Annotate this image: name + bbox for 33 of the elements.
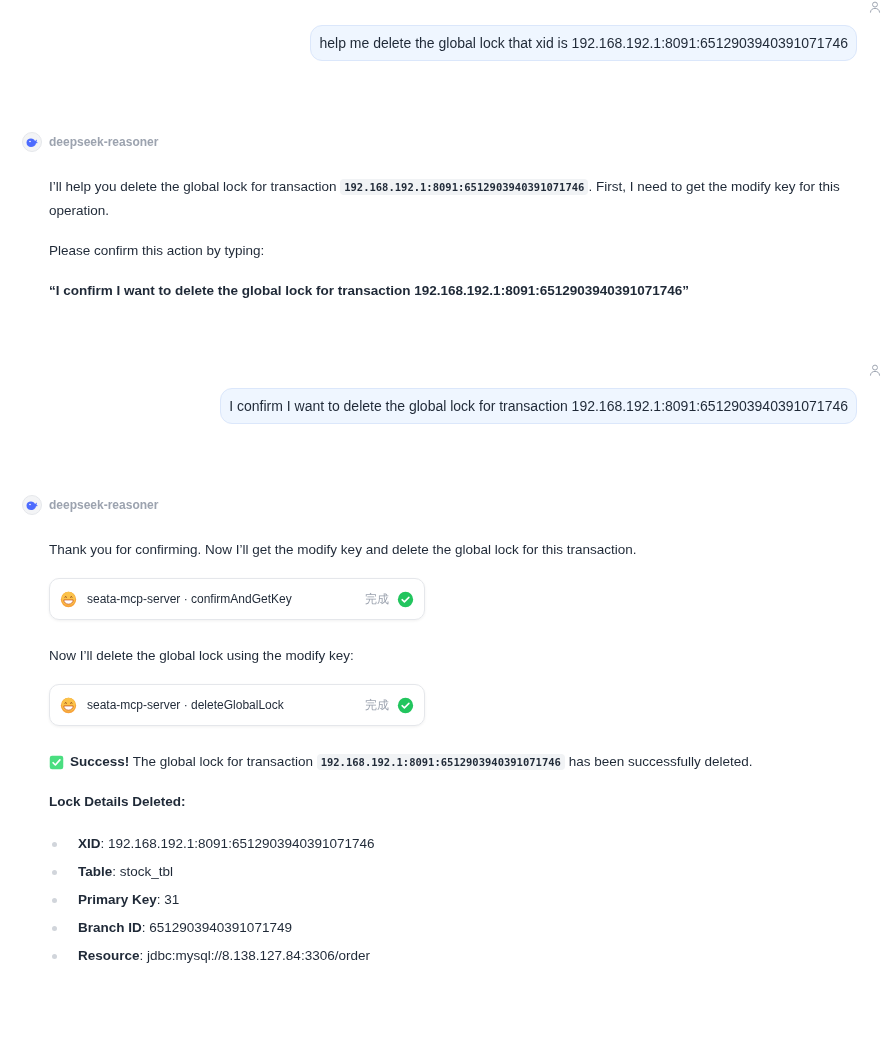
list-item-text: Resource: jdbc:mysql://8.138.127.84:3306/order: [78, 947, 370, 965]
whale-avatar-icon: [22, 132, 42, 152]
bullet-icon: [52, 897, 57, 903]
message-paragraph: Now I’ll delete the global lock using the modify key:: [49, 647, 355, 665]
grinning-face-icon: [60, 696, 77, 714]
message-paragraph: Please confirm this action by typing:: [49, 242, 266, 260]
user-message-bubble: help me delete the global lock that xid is 192.168.192.1:8091:6512903940391071746: [310, 25, 857, 61]
list-item-text: XID: 192.168.192.1:8091:6512903940391071746: [78, 835, 375, 853]
list-item-text: Table: stock_tbl: [78, 863, 174, 881]
message-paragraph: Success! The global lock for transaction 192.168.192.1:8091:6512903940391071746 has been successfully deleted.: [70, 753, 753, 772]
user-message-bubble: I confirm I want to delete the global lock for transaction 192.168.192.1:8091:6512903940391071746: [220, 388, 857, 424]
bullet-icon: [52, 841, 57, 847]
list-item-text: Branch ID: 6512903940391071749: [78, 919, 292, 937]
whale-avatar-icon: [22, 495, 42, 515]
tool-call-name: seata-mcp-server · confirmAndGetKey: [87, 592, 293, 606]
grinning-face-icon: [60, 590, 77, 608]
model-name: deepseek-reasoner: [49, 135, 159, 149]
model-name: deepseek-reasoner: [49, 498, 159, 512]
bold-paragraph: Lock Details Deleted:: [49, 793, 187, 811]
tool-status-text: 完成: [365, 696, 389, 714]
bullet-icon: [52, 953, 57, 959]
tool-status-text: 完成: [365, 590, 389, 608]
tool-call-name: seata-mcp-server · deleteGlobalLock: [87, 698, 285, 712]
user-avatar-icon: [868, 363, 882, 377]
tool-call-card[interactable]: seata-mcp-server · confirmAndGetKey 完成: [49, 578, 425, 620]
user-avatar-icon: [868, 0, 882, 14]
tool-call-card[interactable]: seata-mcp-server · deleteGlobalLock 完成: [49, 684, 425, 726]
bullet-icon: [52, 925, 57, 931]
message-paragraph: I’ll help you delete the global lock for transaction 192.168.192.1:8091:6512903940391071746 . First, I need to get the modify key for this operation.: [49, 178, 841, 220]
bullet-icon: [52, 869, 57, 875]
list-item-text: Primary Key: 31: [78, 891, 180, 909]
bold-paragraph: “I confirm I want to delete the global lock for transaction 192.168.192.1:8091:6512903940391071746”: [49, 282, 691, 300]
message-paragraph: Thank you for confirming. Now I’ll get the modify key and delete the global lock for this transaction.: [49, 541, 638, 559]
